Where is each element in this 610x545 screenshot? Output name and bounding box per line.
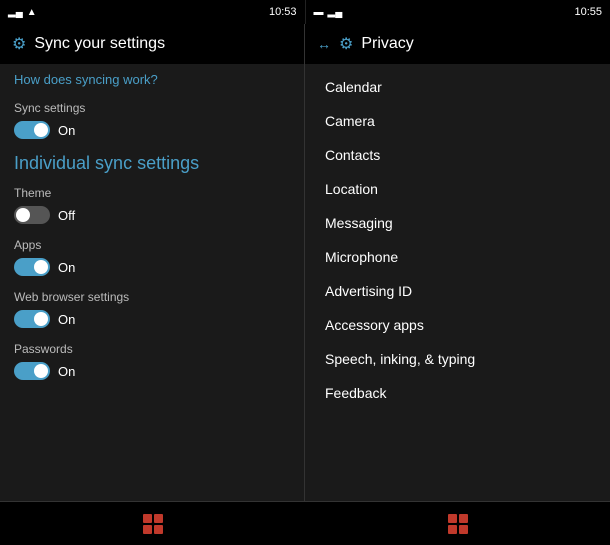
wifi-icon: ▲ [27, 7, 37, 18]
privacy-header: ↔ ⚙ Privacy [305, 24, 610, 64]
sync-gear-icon: ⚙ [12, 34, 26, 54]
privacy-item-microphone[interactable]: Microphone [305, 240, 610, 274]
left-taskbar [0, 501, 305, 545]
web-browser-label: Web browser settings [14, 290, 290, 304]
signal-icon: ▂▄ [8, 7, 23, 18]
win-quad-2 [154, 514, 163, 523]
sync-toggle-row: On [14, 121, 290, 139]
apps-toggle-label: On [58, 260, 75, 275]
privacy-items-list: Calendar Camera Contacts Location Messag… [305, 64, 610, 505]
web-browser-toggle-label: On [58, 312, 75, 327]
theme-toggle-label: Off [58, 208, 75, 223]
privacy-item-location[interactable]: Location [305, 172, 610, 206]
left-signal-icons: ▂▄ ▲ [8, 7, 37, 18]
passwords-label: Passwords [14, 342, 290, 356]
sync-content: How does syncing work? Sync settings On … [0, 64, 304, 505]
individual-sync-heading: Individual sync settings [14, 153, 290, 174]
r-win-quad-3 [448, 525, 457, 534]
r-win-quad-2 [459, 514, 468, 523]
theme-label: Theme [14, 186, 290, 200]
privacy-item-camera[interactable]: Camera [305, 104, 610, 138]
right-battery-icon: ▬ [314, 7, 324, 18]
sync-header: ⚙ Sync your settings [0, 24, 304, 64]
apps-label: Apps [14, 238, 290, 252]
sync-settings-label: Sync settings [14, 101, 290, 115]
privacy-item-messaging[interactable]: Messaging [305, 206, 610, 240]
web-browser-toggle-row: On [14, 310, 290, 328]
privacy-item-contacts[interactable]: Contacts [305, 138, 610, 172]
privacy-item-feedback[interactable]: Feedback [305, 376, 610, 410]
r-win-quad-4 [459, 525, 468, 534]
apps-toggle-thumb [34, 260, 48, 274]
right-signal-icon: ▂▄ [328, 7, 343, 18]
web-browser-toggle[interactable] [14, 310, 50, 328]
sync-toggle-thumb [34, 123, 48, 137]
privacy-panel: ↔ ⚙ Privacy Calendar Camera Contacts Loc… [305, 24, 610, 545]
left-time: 10:53 [269, 6, 297, 18]
how-syncing-link[interactable]: How does syncing work? [14, 72, 290, 87]
win-quad-3 [143, 525, 152, 534]
theme-toggle[interactable] [14, 206, 50, 224]
win-quad-4 [154, 525, 163, 534]
theme-toggle-row: Off [14, 206, 290, 224]
sync-settings-panel: ⚙ Sync your settings How does syncing wo… [0, 24, 305, 545]
main-panels: ⚙ Sync your settings How does syncing wo… [0, 24, 610, 545]
privacy-title: Privacy [361, 35, 413, 53]
privacy-item-accessory-apps[interactable]: Accessory apps [305, 308, 610, 342]
left-windows-button[interactable] [143, 514, 163, 534]
privacy-gear-icon: ⚙ [339, 34, 353, 54]
privacy-item-calendar[interactable]: Calendar [305, 70, 610, 104]
right-time: 10:55 [574, 6, 602, 18]
apps-toggle[interactable] [14, 258, 50, 276]
right-windows-button[interactable] [448, 514, 468, 534]
sync-title: Sync your settings [34, 35, 165, 53]
status-bar-row: ▂▄ ▲ 10:53 ▬ ▂▄ 10:55 [0, 0, 610, 24]
right-signal-icons: ▬ ▂▄ [314, 7, 343, 18]
left-status-bar: ▂▄ ▲ 10:53 [0, 0, 305, 24]
web-browser-toggle-thumb [34, 312, 48, 326]
privacy-arrow-icon: ↔ [317, 36, 331, 52]
privacy-item-speech[interactable]: Speech, inking, & typing [305, 342, 610, 376]
passwords-toggle[interactable] [14, 362, 50, 380]
passwords-toggle-label: On [58, 364, 75, 379]
apps-toggle-row: On [14, 258, 290, 276]
sync-toggle[interactable] [14, 121, 50, 139]
passwords-toggle-thumb [34, 364, 48, 378]
right-taskbar [305, 501, 610, 545]
privacy-item-advertising-id[interactable]: Advertising ID [305, 274, 610, 308]
right-status-bar: ▬ ▂▄ 10:55 [305, 0, 610, 24]
r-win-quad-1 [448, 514, 457, 523]
passwords-toggle-row: On [14, 362, 290, 380]
sync-toggle-label: On [58, 123, 75, 138]
win-quad-1 [143, 514, 152, 523]
theme-toggle-thumb [16, 208, 30, 222]
